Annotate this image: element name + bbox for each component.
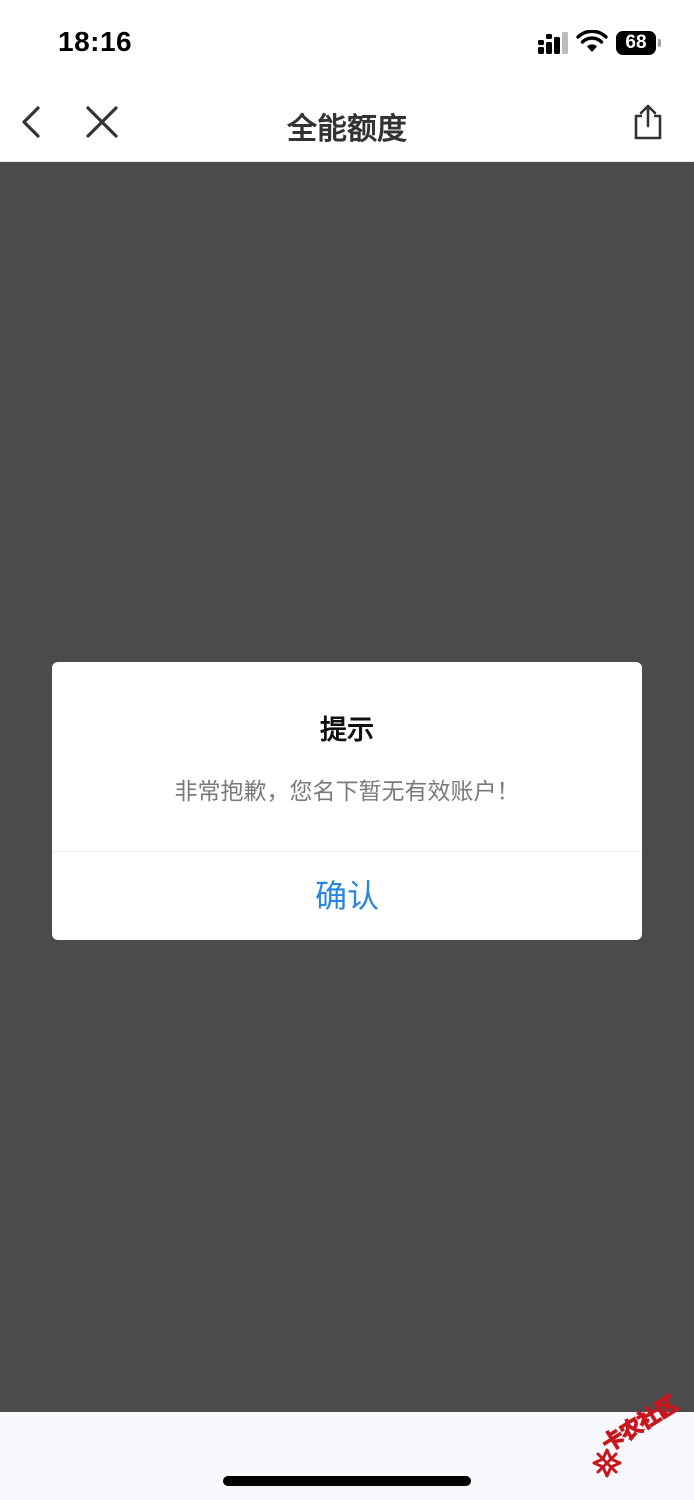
- confirm-button[interactable]: 确认: [52, 852, 642, 940]
- dialog-title: 提示: [320, 715, 374, 746]
- page-title: 全能额度: [287, 112, 407, 147]
- status-bar: 18:16 68: [0, 0, 694, 84]
- app-screen: 18:16 68 全能额度 提示 非常抱歉，您名下暂无有效账户！ 确认 卡农社区: [0, 0, 694, 1500]
- battery-cap: [658, 39, 661, 47]
- cellular-signal-icon: [538, 32, 568, 54]
- alert-dialog: 提示 非常抱歉，您名下暂无有效账户！ 确认: [52, 662, 642, 940]
- wifi-icon: [576, 30, 608, 52]
- share-icon[interactable]: [628, 102, 668, 142]
- battery-level: 68: [616, 31, 656, 55]
- watermark: 卡农社区: [590, 1391, 694, 1486]
- nav-bar: 全能额度: [0, 84, 694, 162]
- dialog-message: 非常抱歉，您名下暂无有效账户！: [174, 779, 520, 805]
- home-indicator[interactable]: [223, 1476, 471, 1486]
- status-time: 18:16: [58, 26, 133, 57]
- battery-icon: 68: [616, 31, 662, 55]
